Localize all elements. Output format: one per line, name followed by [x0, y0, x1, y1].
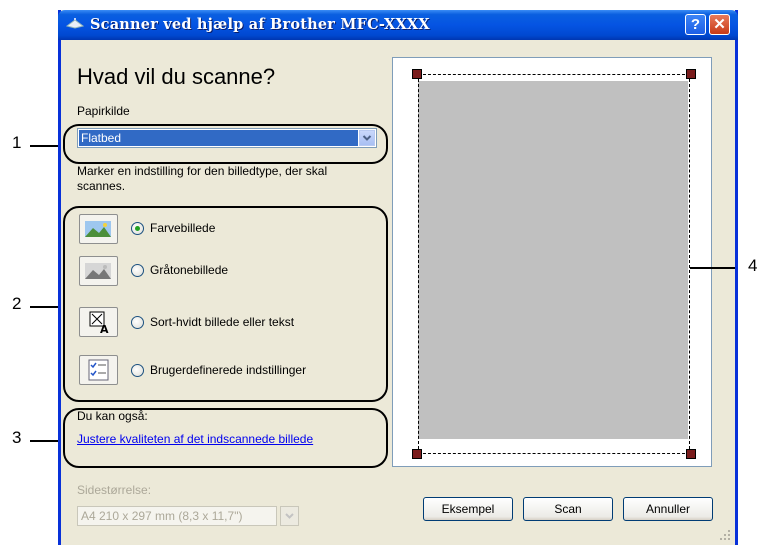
- callout-box-3: [63, 408, 388, 468]
- chevron-down-icon: [285, 513, 294, 519]
- scan-button[interactable]: Scan: [523, 497, 613, 521]
- page-size-dropdown[interactable]: A4 210 x 297 mm (8,3 x 11,7"): [77, 506, 277, 526]
- resize-handle-top-left[interactable]: [412, 69, 422, 79]
- cancel-button[interactable]: Annuller: [623, 497, 713, 521]
- close-icon: ✕: [713, 16, 726, 33]
- resize-handle-top-right[interactable]: [686, 69, 696, 79]
- image-type-hint: Marker en indstilling for den billedtype…: [77, 164, 328, 193]
- resize-grip-icon[interactable]: [718, 528, 732, 542]
- resize-handle-bottom-right[interactable]: [686, 449, 696, 459]
- scan-region-outline: [418, 74, 690, 454]
- preview-button[interactable]: Eksempel: [423, 497, 513, 521]
- page-size-label: Sidestørrelse:: [77, 483, 152, 497]
- paper-source-label: Papirkilde: [77, 104, 130, 118]
- callout-number-3: 3: [12, 428, 22, 447]
- callout-number-4: 4: [748, 256, 758, 275]
- page-title: Hvad vil du scanne?: [77, 64, 276, 89]
- callout-box-2: [63, 206, 388, 402]
- resize-handle-bottom-left[interactable]: [412, 449, 422, 459]
- callout-leader-4: [690, 267, 735, 269]
- scanner-app-icon: [66, 18, 84, 29]
- callout-box-1: [63, 124, 388, 164]
- callout-number-2: 2: [12, 294, 22, 313]
- title-bar[interactable]: Scanner ved hjælp af Brother MFC-XXXX ? …: [58, 10, 738, 40]
- help-button[interactable]: ?: [685, 14, 706, 35]
- callout-number-1: 1: [12, 133, 22, 152]
- page-size-dropdown-arrow[interactable]: [280, 506, 299, 526]
- close-button[interactable]: ✕: [709, 14, 730, 35]
- window-title: Scanner ved hjælp af Brother MFC-XXXX: [90, 16, 430, 33]
